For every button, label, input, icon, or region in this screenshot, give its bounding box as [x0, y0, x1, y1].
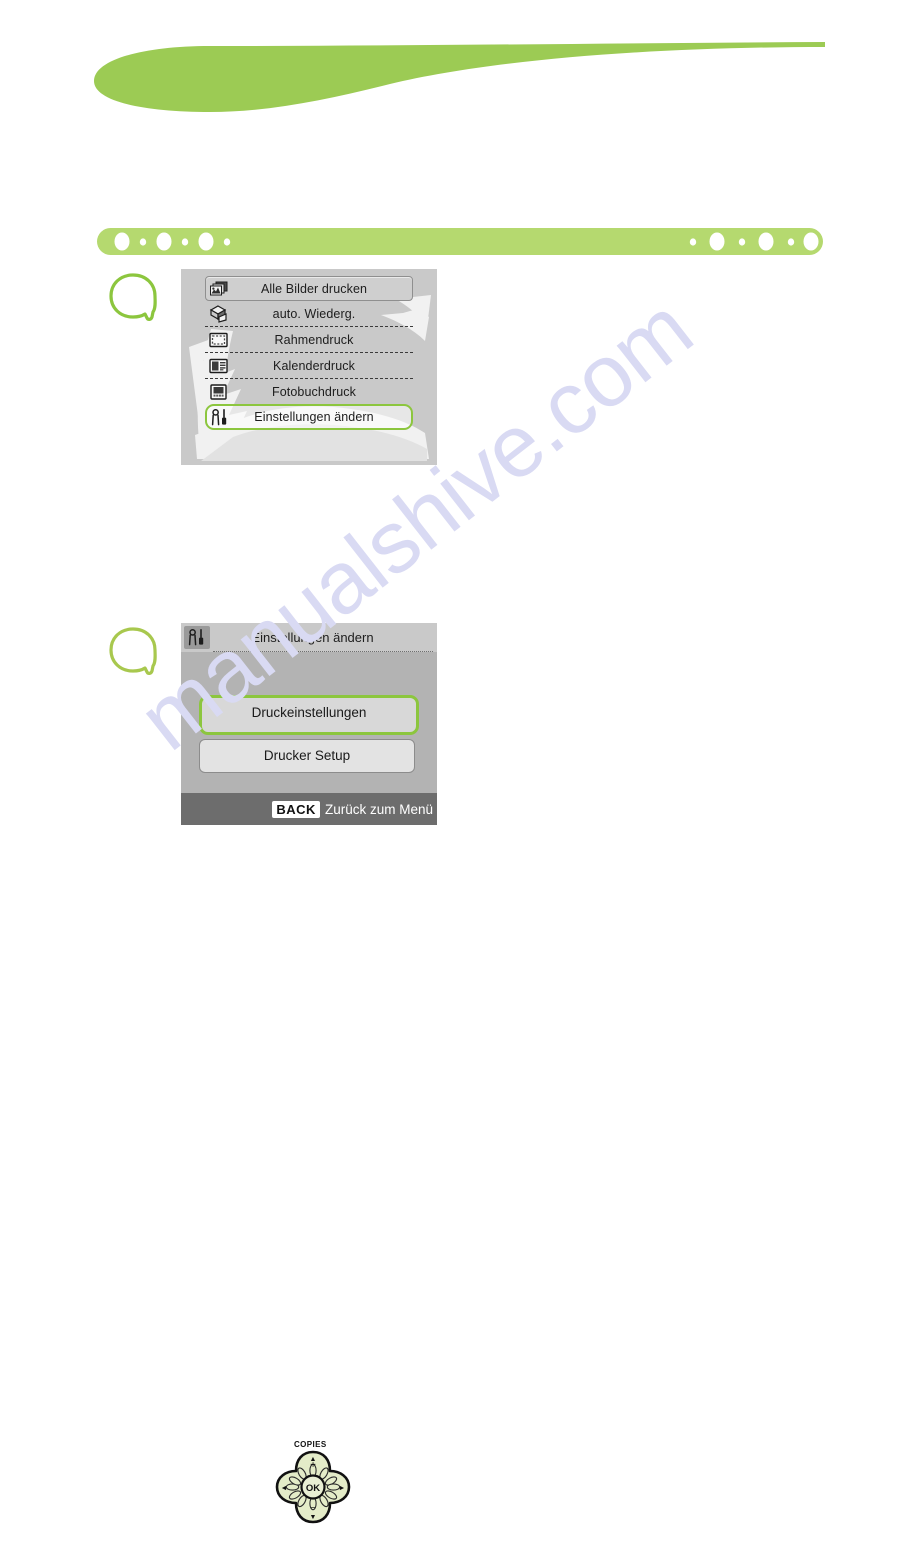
- settings-tools-icon: [184, 626, 210, 649]
- photobook-print-icon: [207, 382, 229, 401]
- svg-text:▼: ▼: [310, 1514, 317, 1521]
- settings-change-screen: Einstellungen ändern Druckeinstellungen …: [181, 623, 437, 825]
- green-dotted-pill-bar: [97, 228, 823, 255]
- calendar-print-icon: [207, 356, 229, 375]
- menu-row-slideshow[interactable]: auto. Wiederg.: [205, 301, 413, 326]
- printer-lcd-menu-screen: Alle Bilder drucken auto. Wiederg. Rahme…: [181, 269, 437, 465]
- step-callout-bubble-1: [108, 272, 162, 322]
- svg-text:−: −: [310, 1503, 316, 1514]
- lcd-menu-list: Alle Bilder drucken auto. Wiederg. Rahme…: [181, 275, 437, 430]
- settings-tools-icon: [209, 408, 231, 427]
- all-images-print-icon: [208, 279, 230, 298]
- menu-row-photobook-print[interactable]: Fotobuchdruck: [205, 379, 413, 404]
- menu-label: Rahmendruck: [274, 332, 354, 347]
- titlebar-divider: [213, 651, 433, 652]
- step-callout-bubble-2: [108, 626, 162, 676]
- settings-screen-footer: BACK Zurück zum Menü: [181, 793, 437, 825]
- menu-label: Einstellungen ändern: [254, 410, 374, 424]
- step-number-1: [108, 272, 156, 318]
- slideshow-icon: [207, 304, 229, 323]
- menu-row-frame-print[interactable]: Rahmendruck: [205, 327, 413, 352]
- frame-print-icon: [207, 330, 229, 349]
- printer-control-panel-dpad: COPIES OK ▲ + − ▼ ◄ ►: [253, 1440, 373, 1552]
- menu-label: Fotobuchdruck: [272, 384, 356, 399]
- menu-row-calendar-print[interactable]: Kalenderdruck: [205, 353, 413, 378]
- page-watermark: manualshive.com: [0, 0, 918, 1188]
- menu-row-all-images[interactable]: Alle Bilder drucken: [205, 276, 413, 301]
- green-swoosh-banner: [90, 38, 825, 116]
- svg-text:◄: ◄: [281, 1485, 288, 1492]
- svg-text:►: ►: [339, 1485, 346, 1492]
- print-settings-button[interactable]: Druckeinstellungen: [199, 695, 419, 735]
- menu-label: auto. Wiederg.: [272, 306, 356, 321]
- menu-label: Kalenderdruck: [273, 358, 355, 373]
- settings-screen-title: Einstellungen ändern: [251, 630, 374, 645]
- printer-setup-button[interactable]: Drucker Setup: [199, 739, 415, 773]
- dpad: OK ▲ + − ▼ ◄ ►: [275, 1450, 351, 1524]
- svg-text:OK: OK: [306, 1483, 320, 1494]
- settings-screen-titlebar: Einstellungen ändern: [181, 623, 437, 652]
- menu-label: Alle Bilder drucken: [260, 281, 368, 296]
- step-number-2: [108, 626, 156, 672]
- back-hint-text: Zurück zum Menü: [324, 801, 433, 817]
- back-button-badge[interactable]: BACK: [272, 800, 320, 818]
- svg-text:+: +: [310, 1460, 316, 1471]
- menu-row-change-settings[interactable]: Einstellungen ändern: [205, 404, 413, 430]
